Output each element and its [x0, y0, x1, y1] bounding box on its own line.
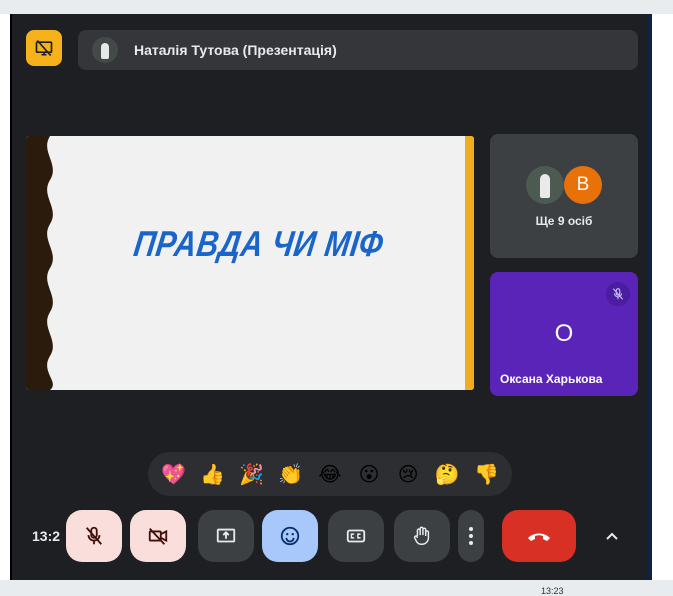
reaction-thumbs-down-icon[interactable]: 👎	[471, 462, 501, 487]
captions-icon	[346, 529, 366, 543]
leave-call-button[interactable]	[502, 510, 576, 562]
chevron-up-icon	[606, 532, 618, 540]
mic-off-icon	[606, 282, 630, 306]
mic-off-icon	[85, 526, 103, 545]
meeting-clock: 13:2	[32, 528, 61, 544]
end-call-icon	[528, 533, 550, 541]
reactions-bar: 💖 👍 🎉 👏 😂 😮 😢 🤔 👎	[148, 452, 512, 496]
reaction-sad-icon[interactable]: 😢	[393, 462, 423, 487]
hand-icon	[413, 526, 430, 545]
presentation-slide[interactable]: ПРАВДА ЧИ МІФ	[26, 136, 474, 390]
participant-name: Оксана Харькова	[500, 372, 603, 386]
camera-toggle-button[interactable]	[130, 510, 186, 562]
participant-initial: О	[554, 320, 574, 347]
more-vertical-icon	[469, 527, 473, 545]
captions-button[interactable]	[328, 510, 384, 562]
reaction-laugh-icon[interactable]: 😂	[315, 462, 345, 487]
participant-photo	[526, 166, 564, 204]
taskbar-clock: 13:23	[541, 586, 564, 596]
presentation-icon[interactable]	[26, 30, 62, 66]
participant-avatar-initial: В	[564, 166, 602, 204]
slide-accent-stripe	[465, 136, 474, 390]
reaction-thumbs-up-icon[interactable]: 👍	[198, 462, 228, 487]
reaction-heart-icon[interactable]: 💖	[159, 462, 189, 487]
window-top-strip	[0, 0, 673, 14]
slide-wave-border	[26, 136, 53, 390]
more-participants-tile[interactable]: В Ще 9 осіб	[490, 134, 638, 258]
avatar	[92, 37, 118, 63]
present-screen-icon	[216, 528, 236, 543]
reaction-thinking-icon[interactable]: 🤔	[432, 462, 462, 487]
reactions-button[interactable]	[262, 510, 318, 562]
raise-hand-button[interactable]	[394, 510, 450, 562]
os-taskbar	[0, 580, 673, 596]
mic-toggle-button[interactable]	[66, 510, 122, 562]
participant-tile[interactable]: О Оксана Харькова	[490, 272, 638, 396]
presenter-name: Наталія Тутова (Презентація)	[134, 42, 337, 58]
more-options-button[interactable]	[458, 510, 484, 562]
meet-window: Наталія Тутова (Презентація) ПРАВДА ЧИ М…	[10, 14, 652, 580]
slide-title: ПРАВДА ЧИ МІФ	[131, 224, 386, 265]
expand-controls-button[interactable]	[598, 510, 626, 562]
present-screen-button[interactable]	[198, 510, 254, 562]
emoji-icon	[280, 526, 300, 546]
presenter-bar[interactable]: Наталія Тутова (Презентація)	[78, 30, 638, 70]
reaction-surprised-icon[interactable]: 😮	[354, 462, 384, 487]
camera-off-icon	[148, 528, 168, 545]
reaction-party-icon[interactable]: 🎉	[237, 462, 267, 487]
reaction-clap-icon[interactable]: 👏	[276, 462, 306, 487]
more-participants-label: Ще 9 осіб	[535, 214, 593, 228]
